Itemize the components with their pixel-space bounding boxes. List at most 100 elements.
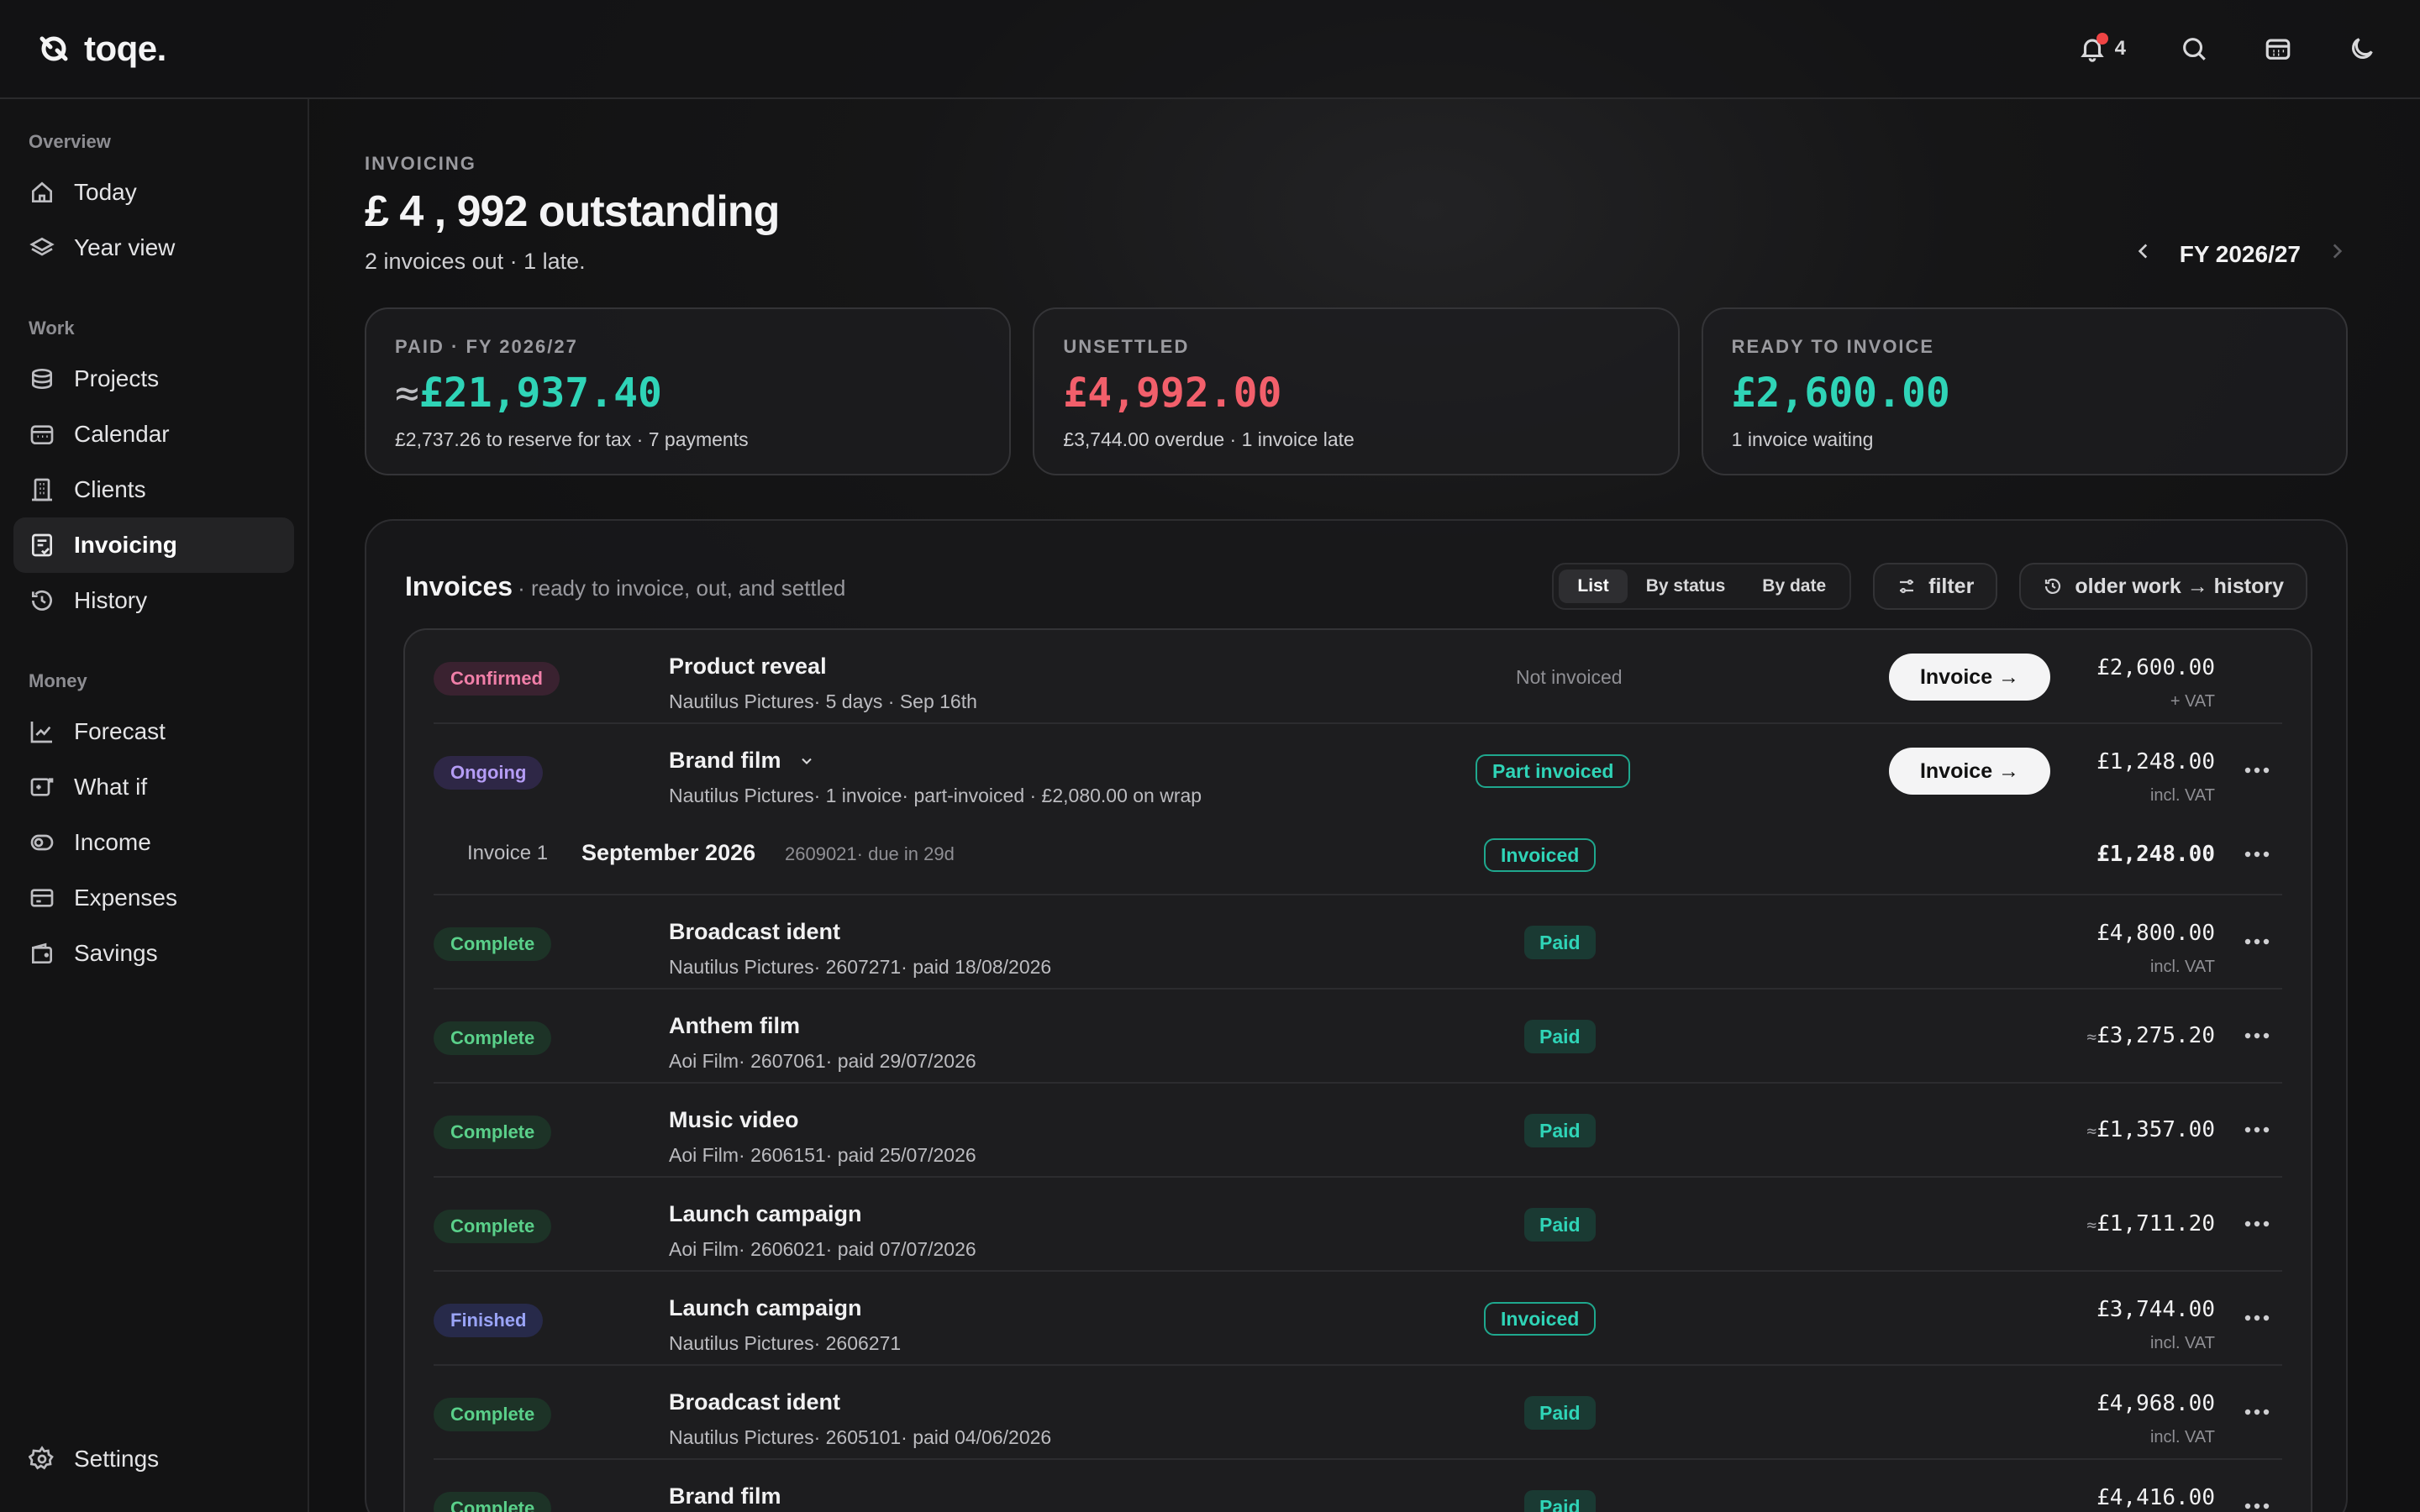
invoice-title: Product reveal — [669, 654, 827, 680]
invoice-amount: ≈£1,357.00 — [2086, 1117, 2215, 1142]
sidebar-item-clients[interactable]: Clients — [13, 462, 294, 517]
fy-prev-button[interactable] — [2133, 240, 2154, 268]
card-amount: ≈£21,937.40 — [395, 370, 981, 417]
panel-title: Invoices — [405, 570, 513, 601]
sidebar-item-savings[interactable]: Savings — [13, 926, 294, 981]
invoice-row[interactable]: Finished Launch campaign Nautilus Pictur… — [434, 1272, 2282, 1366]
invoice-status: Paid — [1524, 1396, 1596, 1430]
sidebar-item-label: History — [74, 587, 148, 613]
view-list-tab[interactable]: List — [1559, 570, 1628, 603]
invoice-title: Brand film — [669, 748, 815, 774]
invoice-amount: £4,800.00 — [2096, 921, 2215, 946]
sidebar-item-history[interactable]: History — [13, 573, 294, 628]
sidebar-item-calendar[interactable]: Calendar — [13, 407, 294, 462]
sub-invoice-row[interactable]: Invoice 1 September 2026 2609021· due in… — [434, 818, 2282, 895]
sidebar-item-today[interactable]: Today — [13, 165, 294, 220]
status-badge: Complete — [434, 927, 552, 961]
theme-toggle-button[interactable] — [2346, 33, 2378, 65]
more-menu-button[interactable] — [2240, 1494, 2274, 1512]
sidebar-item-forecast[interactable]: Forecast — [13, 704, 294, 759]
panel-controls: List By status By date filter older work… — [1552, 563, 2307, 610]
sidebar-section-overview: Overview — [29, 131, 111, 152]
main-content: INVOICING £ 4 , 992 outstanding 2 invoic… — [365, 99, 2348, 1512]
invoice-row[interactable]: Ongoing Brand film Nautilus Pictures· 1 … — [434, 724, 2282, 818]
search-button[interactable] — [2178, 33, 2210, 65]
history-link-button[interactable]: older work → history — [2019, 563, 2307, 610]
chevron-down-icon[interactable] — [798, 753, 815, 769]
invoice-amount-value: £3,275.20 — [2096, 1023, 2215, 1048]
invoice-status: Part invoiced — [1476, 754, 1631, 788]
filter-button[interactable]: filter — [1873, 563, 1998, 610]
panel-subtitle: · ready to invoice, out, and settled — [518, 575, 846, 601]
more-menu-button[interactable] — [2240, 758, 2274, 783]
more-menu-button[interactable] — [2240, 842, 2274, 867]
card-amount: £2,600.00 — [1732, 370, 2317, 417]
invoice-title-text: Broadcast ident — [669, 1389, 841, 1415]
filter-label: filter — [1928, 574, 1975, 598]
notifications-button[interactable]: 4 — [2078, 33, 2126, 65]
invoice-amount: ≈£3,275.20 — [2086, 1023, 2215, 1048]
invoice-button[interactable]: Invoice → — [1889, 748, 2050, 795]
invoice-button[interactable]: Invoice → — [1889, 654, 2050, 701]
invoice-status: Invoiced — [1484, 838, 1597, 872]
logo-icon — [39, 36, 68, 61]
page-title: £ 4 , 992 outstanding — [365, 187, 780, 236]
building-icon — [32, 478, 52, 501]
sidebar-item-settings[interactable]: Settings — [13, 1431, 296, 1487]
layers-icon — [29, 237, 55, 256]
more-menu-button[interactable] — [2240, 1305, 2274, 1331]
sidebar-item-what-if[interactable]: What if — [13, 759, 294, 815]
more-menu-button[interactable] — [2240, 929, 2274, 954]
invoice-row[interactable]: Complete Broadcast ident Nautilus Pictur… — [434, 1366, 2282, 1460]
sidebar: Overview Today Year view Work Projects C… — [0, 99, 309, 1512]
history-icon — [32, 590, 52, 611]
card-amount-value: £4,992.00 — [1063, 370, 1282, 417]
view-by-status-tab[interactable]: By status — [1628, 570, 1744, 603]
moon-icon — [2352, 38, 2373, 59]
more-menu-button[interactable] — [2240, 1399, 2274, 1425]
invoice-row[interactable]: Complete Music video Aoi Film· 2606151· … — [434, 1084, 2282, 1178]
more-dots-icon — [2244, 1126, 2270, 1133]
invoice-row[interactable]: Complete Anthem film Aoi Film· 2607061· … — [434, 990, 2282, 1084]
invoice-meta: Nautilus Pictures· 1 invoice· part-invoi… — [669, 785, 1202, 806]
sidebar-item-income[interactable]: Income — [13, 815, 294, 870]
sidebar-item-label: Calendar — [74, 421, 170, 447]
calendar-button[interactable] — [2262, 33, 2294, 65]
vat-note: + VAT — [2170, 692, 2215, 711]
invoice-status: Paid — [1524, 1020, 1596, 1053]
invoice-row[interactable]: Complete Brand film Paid £4,416.00 — [434, 1460, 2282, 1512]
sidebar-item-label: Expenses — [74, 885, 177, 911]
card-ready-to-invoice: READY TO INVOICE £2,600.00 1 invoice wai… — [1701, 307, 2348, 475]
invoice-icon — [32, 533, 52, 557]
invoice-title-text: Launch campaign — [669, 1295, 862, 1320]
coins-icon — [30, 834, 54, 851]
gear-icon — [29, 1446, 54, 1470]
calendar-icon — [30, 425, 54, 444]
sidebar-item-expenses[interactable]: Expenses — [13, 870, 294, 926]
brand[interactable]: toqe. — [37, 29, 166, 69]
invoice-row[interactable]: Complete Broadcast ident Nautilus Pictur… — [434, 895, 2282, 990]
sidebar-item-year-view[interactable]: Year view — [13, 220, 294, 276]
invoice-row[interactable]: Confirmed Product reveal Nautilus Pictur… — [434, 630, 2282, 724]
invoice-status: Paid — [1524, 1114, 1596, 1147]
history-icon — [2045, 578, 2061, 594]
sub-invoice-label: Invoice 1 — [467, 842, 549, 864]
more-dots-icon — [2244, 1032, 2270, 1039]
vat-note: incl. VAT — [2149, 786, 2215, 805]
sidebar-item-invoicing[interactable]: Invoicing — [13, 517, 294, 573]
more-menu-button[interactable] — [2240, 1117, 2274, 1142]
sidebar-item-projects[interactable]: Projects — [13, 351, 294, 407]
invoice-meta: Nautilus Pictures· 2606271 — [669, 1332, 902, 1354]
invoice-row[interactable]: Complete Launch campaign Aoi Film· 26060… — [434, 1178, 2282, 1272]
invoice-title: Brand film — [669, 1483, 781, 1509]
invoice-amount: £1,248.00 — [2096, 749, 2215, 774]
more-menu-button[interactable] — [2240, 1211, 2274, 1236]
status-badge: Complete — [434, 1210, 552, 1243]
view-by-date-tab[interactable]: By date — [1744, 570, 1844, 603]
fy-next-button[interactable] — [2326, 240, 2348, 268]
card-note: 1 invoice waiting — [1731, 428, 1874, 450]
status-badge: Complete — [434, 1492, 552, 1512]
invoice-amount-value: £1,357.00 — [2096, 1117, 2215, 1142]
more-menu-button[interactable] — [2240, 1023, 2274, 1048]
trend-icon — [30, 722, 52, 743]
